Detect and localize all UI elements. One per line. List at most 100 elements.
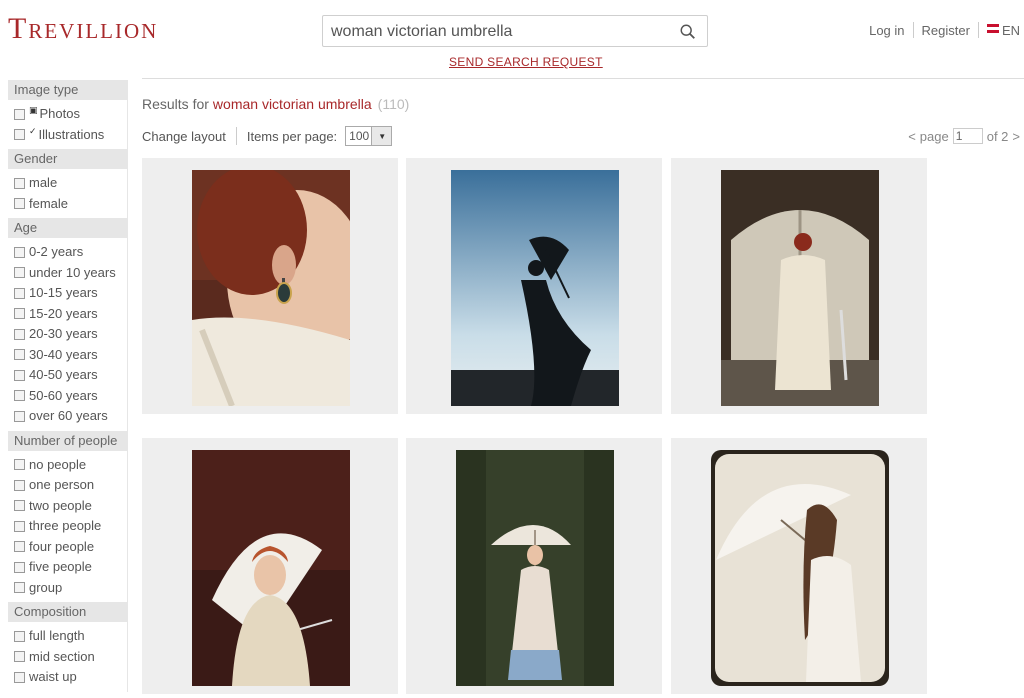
- image-tile[interactable]: [671, 158, 927, 414]
- filter-list-age: 0-2 years under 10 years 10-15 years 15-…: [8, 238, 128, 431]
- checkbox[interactable]: [14, 177, 25, 189]
- filter-item[interactable]: over 60 years: [14, 406, 127, 427]
- result-image[interactable]: [456, 450, 614, 686]
- checkbox[interactable]: [14, 246, 25, 258]
- items-per-page-label: Items per page:: [246, 128, 338, 144]
- filter-item[interactable]: 10-15 years: [14, 283, 127, 304]
- filter-item[interactable]: 50-60 years: [14, 386, 127, 407]
- checkbox[interactable]: [14, 651, 25, 663]
- image-tile[interactable]: [406, 438, 662, 694]
- flag-icon: [986, 23, 999, 33]
- results-heading: Results for woman victorian umbrella (110): [142, 96, 409, 112]
- filter-item[interactable]: waist up: [14, 667, 127, 688]
- divider: [235, 127, 237, 145]
- filter-label: Photos: [39, 106, 80, 121]
- filter-item[interactable]: 40-50 years: [14, 365, 127, 386]
- next-page-button[interactable]: >: [1012, 129, 1020, 144]
- filter-item[interactable]: five people: [14, 557, 127, 578]
- filter-item[interactable]: full length: [14, 626, 127, 647]
- prev-page-button[interactable]: <: [908, 129, 916, 144]
- filter-label: no people: [29, 456, 87, 472]
- filter-list-image-type: ▣ Photos ✓ Illustrations: [8, 100, 128, 149]
- filter-item[interactable]: under 10 years: [14, 263, 127, 284]
- checkbox[interactable]: [14, 287, 25, 299]
- filter-item[interactable]: 30-40 years: [14, 345, 127, 366]
- search-icon[interactable]: [679, 23, 697, 41]
- search-input[interactable]: [329, 20, 673, 44]
- checkbox[interactable]: [14, 328, 25, 340]
- image-tile[interactable]: [142, 158, 398, 414]
- filter-item[interactable]: 20-30 years: [14, 324, 127, 345]
- checkbox[interactable]: [14, 459, 25, 471]
- register-link[interactable]: Register: [922, 23, 970, 38]
- filter-label: full length: [29, 628, 85, 643]
- page-total: of 2: [986, 128, 1009, 144]
- filter-item[interactable]: three people: [14, 516, 127, 537]
- change-layout-button[interactable]: Change layout: [142, 129, 226, 144]
- logo[interactable]: Trevillion: [8, 12, 158, 46]
- items-per-page-value: 100: [349, 129, 370, 143]
- checkbox[interactable]: [14, 520, 25, 532]
- results-label: Results for: [142, 96, 209, 112]
- filter-label: five people: [29, 559, 92, 574]
- checkbox[interactable]: [14, 582, 25, 594]
- filter-item-illustrations[interactable]: ✓ Illustrations: [14, 125, 127, 146]
- language-label: EN: [1001, 22, 1020, 38]
- image-tile[interactable]: [406, 158, 662, 414]
- checkbox[interactable]: [14, 671, 25, 683]
- checkbox[interactable]: [14, 349, 25, 361]
- chevron-down-icon: ▼: [371, 127, 392, 145]
- checkbox[interactable]: [14, 129, 25, 141]
- login-link[interactable]: Log in: [869, 23, 904, 38]
- filter-label: four people: [29, 538, 95, 554]
- page-number-input[interactable]: [952, 128, 983, 144]
- filter-item[interactable]: one person: [14, 475, 127, 496]
- checkbox[interactable]: [14, 479, 25, 491]
- filter-item[interactable]: 15-20 years: [14, 304, 127, 325]
- filter-heading-people: Number of people: [8, 430, 128, 451]
- header-divider: [142, 78, 1024, 79]
- result-image[interactable]: [192, 170, 350, 406]
- checkbox[interactable]: [14, 410, 25, 422]
- page-label: page: [919, 128, 949, 144]
- camera-icon: ▣: [29, 105, 38, 115]
- checkbox[interactable]: [14, 561, 25, 573]
- send-search-request-link[interactable]: SEND SEARCH REQUEST: [449, 55, 603, 69]
- filter-label: two people: [29, 497, 92, 513]
- filter-item[interactable]: 0-2 years: [14, 242, 127, 263]
- checkbox[interactable]: [14, 369, 25, 381]
- language-selector[interactable]: EN: [986, 22, 1020, 38]
- filter-item[interactable]: mid section: [14, 647, 127, 668]
- filter-label: 40-50 years: [29, 367, 98, 382]
- result-image[interactable]: [721, 170, 879, 406]
- checkbox[interactable]: [14, 500, 25, 512]
- filter-heading-age: Age: [8, 218, 128, 238]
- checkbox[interactable]: [14, 108, 25, 120]
- checkbox[interactable]: [14, 308, 25, 320]
- divider: [977, 22, 979, 38]
- result-image[interactable]: [711, 450, 889, 686]
- brush-icon: ✓: [29, 125, 37, 136]
- checkbox[interactable]: [14, 541, 25, 553]
- filter-label: 15-20 years: [29, 305, 98, 321]
- filter-item[interactable]: four people: [14, 537, 127, 558]
- checkbox[interactable]: [14, 198, 25, 210]
- items-per-page-select[interactable]: 100 ▼: [345, 126, 393, 146]
- image-tile[interactable]: [142, 438, 398, 694]
- checkbox[interactable]: [14, 390, 25, 402]
- image-tile[interactable]: [671, 438, 927, 694]
- result-image[interactable]: [451, 170, 619, 406]
- filter-item[interactable]: no people: [14, 455, 127, 476]
- search-box: [322, 15, 708, 47]
- filter-list-composition: full length mid section waist up: [8, 622, 128, 692]
- checkbox[interactable]: [14, 630, 25, 642]
- filter-item[interactable]: group: [14, 578, 127, 599]
- results-toolbar: Change layout Items per page: 100 ▼: [142, 126, 393, 146]
- filter-item[interactable]: female: [14, 194, 127, 215]
- checkbox[interactable]: [14, 267, 25, 279]
- filter-item[interactable]: male: [14, 173, 127, 194]
- result-image[interactable]: [192, 450, 350, 686]
- filter-label: over 60 years: [29, 408, 108, 423]
- filter-item[interactable]: two people: [14, 496, 127, 517]
- filter-heading-composition: Composition: [8, 602, 128, 622]
